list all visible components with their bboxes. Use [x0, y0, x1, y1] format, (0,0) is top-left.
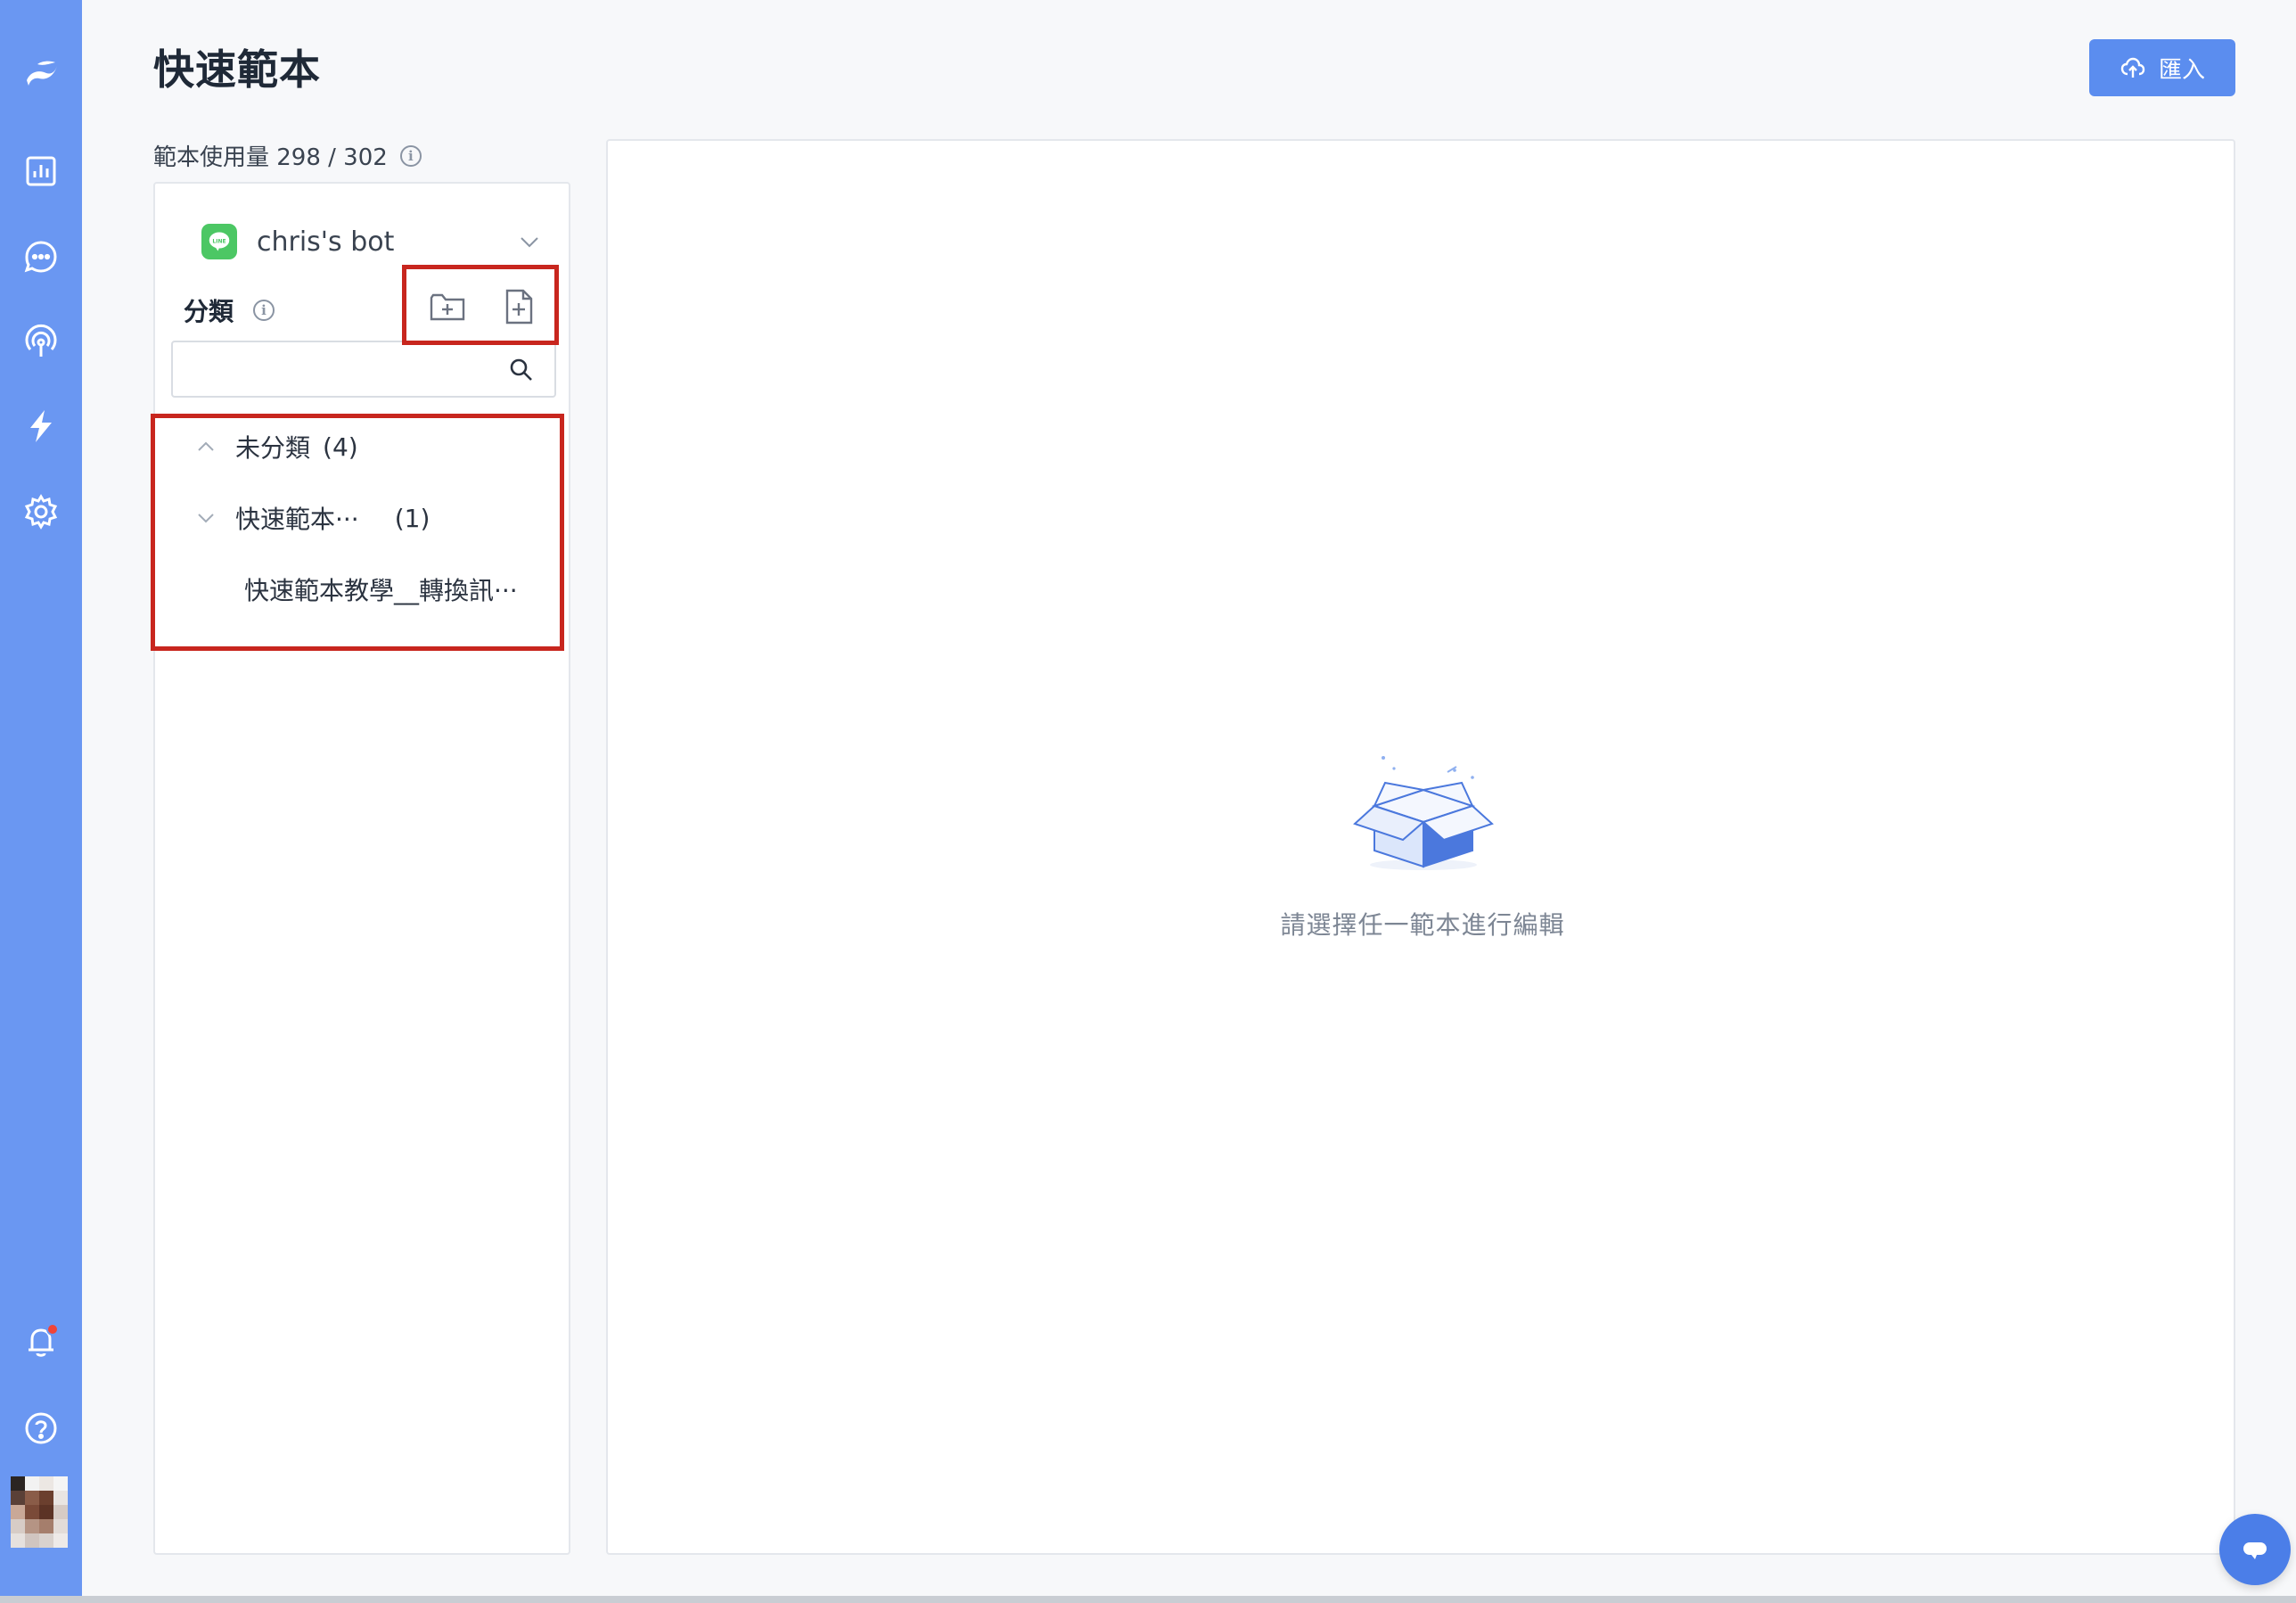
import-button[interactable]: 匯入 — [2089, 39, 2235, 96]
tree-item-uncategorized[interactable]: 未分類 (4) — [155, 415, 569, 478]
tree-item-label: 快速範本··· — [235, 505, 359, 534]
gear-icon[interactable] — [0, 480, 82, 544]
empty-state-text: 請選擇任一範本進行編輯 — [1280, 910, 1565, 940]
avatar[interactable] — [11, 1476, 68, 1548]
tree-item-count: (1) — [394, 503, 430, 533]
cloud-upload-icon — [2120, 57, 2145, 78]
add-template-button[interactable] — [497, 285, 540, 328]
notification-badge — [46, 1323, 59, 1336]
chevron-down-icon — [198, 514, 214, 523]
line-logo-icon: LINE — [201, 224, 237, 259]
tree-item-quick-template-folder[interactable]: 快速範本··· (1) — [155, 487, 569, 549]
question-circle-icon[interactable] — [0, 1396, 82, 1460]
brand-logo-icon[interactable] — [0, 41, 82, 105]
svg-text:LINE: LINE — [212, 239, 226, 245]
side-nav — [0, 0, 82, 1603]
tree-item-template[interactable]: 快速範本教學__轉換訊··· — [155, 558, 569, 621]
category-label: 分類 — [184, 297, 234, 326]
folder-plus-icon — [430, 293, 465, 321]
bot-selector[interactable]: LINE chris's bot — [201, 219, 542, 264]
lightning-icon[interactable] — [0, 394, 82, 458]
bell-icon[interactable] — [0, 1309, 82, 1373]
chat-icon — [2243, 1542, 2267, 1559]
empty-box-icon — [1353, 756, 1494, 870]
bar-chart-icon[interactable] — [0, 139, 82, 203]
category-panel: LINE chris's bot 分類 i 未分類 (4) 快速範本··· (1… — [153, 182, 570, 1555]
category-search — [171, 341, 556, 398]
category-info-icon[interactable]: i — [253, 300, 275, 321]
tree-item-count: (4) — [323, 432, 358, 462]
file-plus-icon — [505, 289, 533, 325]
template-editor-panel: 請選擇任一範本進行編輯 — [606, 139, 2235, 1555]
broadcast-icon[interactable] — [0, 310, 82, 374]
category-search-input[interactable] — [182, 349, 503, 389]
add-folder-button[interactable] — [426, 285, 469, 328]
template-usage: 範本使用量 298 / 302 i — [153, 139, 422, 172]
tree-item-label: 快速範本教學__轉換訊··· — [244, 576, 518, 605]
chat-launcher-button[interactable] — [2219, 1514, 2291, 1585]
usage-text: 範本使用量 298 / 302 — [153, 144, 388, 171]
info-icon[interactable]: i — [399, 144, 422, 167]
chevron-down-icon — [521, 237, 538, 248]
import-button-label: 匯入 — [2158, 55, 2205, 83]
chat-bubble-icon[interactable] — [0, 225, 82, 289]
bot-name: chris's bot — [257, 226, 395, 258]
search-icon[interactable] — [508, 357, 535, 383]
tree-item-label: 未分類 — [235, 433, 311, 463]
page-title: 快速範本 — [153, 45, 321, 94]
chevron-up-icon — [198, 441, 214, 451]
bottom-edge — [0, 1596, 2296, 1603]
